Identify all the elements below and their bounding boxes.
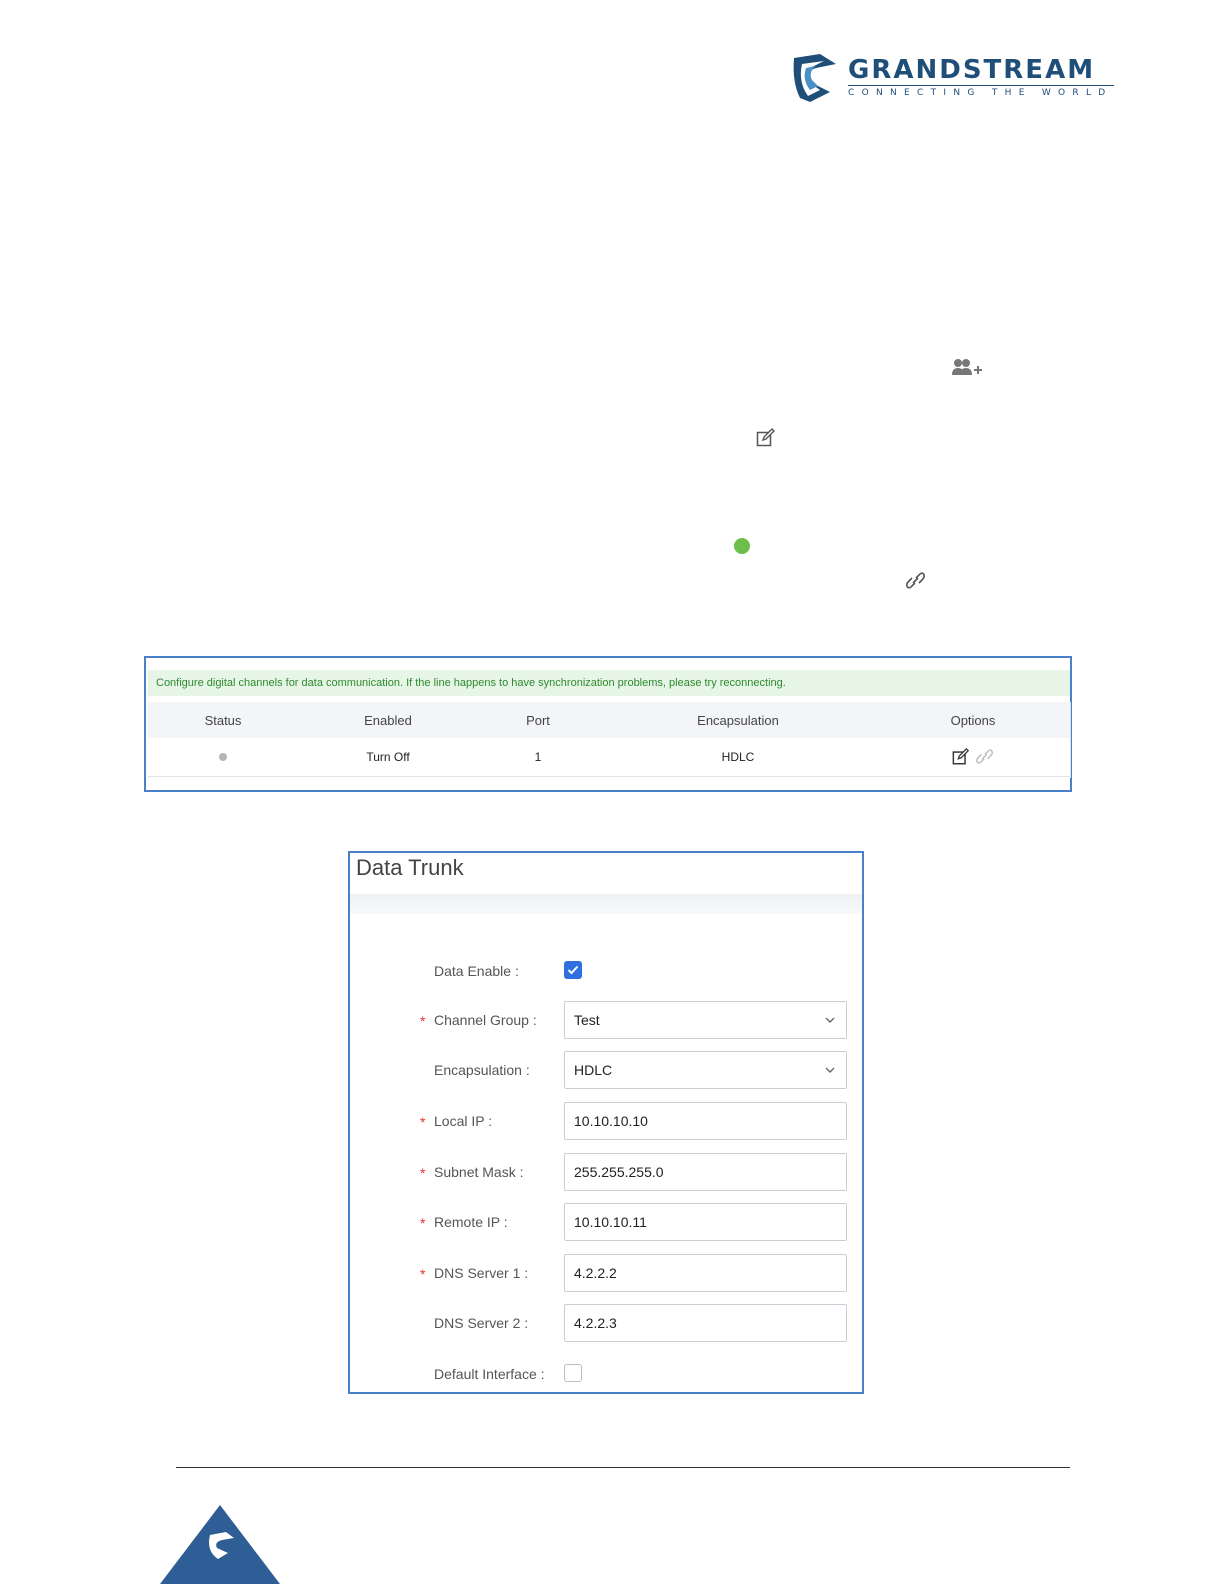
digital-channels-table-panel: Configure digital channels for data comm… <box>144 656 1072 792</box>
checkmark-icon <box>567 965 579 975</box>
dns-server-2-label: DNS Server 2 : <box>434 1315 529 1331</box>
local-ip-label: Local IP : <box>434 1113 493 1129</box>
table-border-right <box>1070 702 1071 778</box>
logo-rule <box>848 85 1114 86</box>
required-marker: * <box>420 1114 426 1130</box>
header-options: Options <box>950 712 996 728</box>
edit-icon <box>756 428 775 447</box>
footer-rule <box>176 1467 1070 1468</box>
remote-ip-label: Remote IP : <box>434 1214 508 1230</box>
subnet-mask-input[interactable]: 255.255.255.0 <box>564 1153 847 1191</box>
data-trunk-dialog: Data Trunk Data Enable : * Channel Group… <box>348 851 864 1394</box>
status-cell <box>148 738 298 776</box>
status-indicator-icon <box>219 753 227 761</box>
footer-logo-icon <box>160 1505 280 1584</box>
encapsulation-value: HDLC <box>574 1062 613 1078</box>
local-ip-row: * Local IP : 10.10.10.10 <box>350 1102 862 1140</box>
default-interface-label: Default Interface : <box>434 1366 545 1382</box>
dns-server-1-row: * DNS Server 1 : 4.2.2.2 <box>350 1254 862 1292</box>
brand-tagline: CONNECTING THE WORLD <box>848 88 1113 98</box>
dns-server-2-input[interactable]: 4.2.2.3 <box>564 1304 847 1342</box>
default-interface-row: Default Interface : <box>350 1355 862 1393</box>
chevron-down-icon <box>825 1017 835 1023</box>
local-ip-input[interactable]: 10.10.10.10 <box>564 1102 847 1140</box>
subnet-mask-row: * Subnet Mask : 255.255.255.0 <box>350 1153 862 1191</box>
chevron-down-icon <box>825 1067 835 1073</box>
edit-icon[interactable] <box>952 748 970 766</box>
data-enable-row: Data Enable : <box>350 952 862 990</box>
grandstream-emblem-icon <box>793 54 836 102</box>
dialog-title: Data Trunk <box>356 855 464 880</box>
required-marker: * <box>420 1165 426 1181</box>
remote-ip-input[interactable]: 10.10.10.11 <box>564 1203 847 1241</box>
enabled-cell: Turn Off <box>366 750 410 764</box>
required-marker: * <box>420 1266 426 1282</box>
port-cell: 1 <box>534 750 542 764</box>
grandstream-logo: GRANDSTREAM CONNECTING THE WORLD <box>790 52 1120 108</box>
options-cell <box>908 738 1038 776</box>
channel-group-row: * Channel Group : Test <box>350 1001 862 1039</box>
channel-group-label: Channel Group : <box>434 1012 537 1028</box>
table-header: Status Enabled Port Encapsulation Option… <box>148 702 1070 738</box>
dialog-divider <box>350 894 862 914</box>
encapsulation-cell: HDLC <box>721 750 755 764</box>
encapsulation-row: Encapsulation : HDLC <box>350 1051 862 1089</box>
required-marker: * <box>420 1215 426 1231</box>
header-port: Port <box>526 712 550 728</box>
add-users-icon <box>952 359 982 375</box>
header-status: Status <box>204 712 242 728</box>
dns-server-1-label: DNS Server 1 : <box>434 1265 529 1281</box>
data-enable-label: Data Enable : <box>434 963 519 979</box>
link-icon <box>906 572 926 589</box>
status-dot-icon <box>734 538 750 554</box>
dns-server-2-row: DNS Server 2 : 4.2.2.3 <box>350 1304 862 1342</box>
channel-group-select[interactable]: Test <box>564 1001 847 1039</box>
default-interface-checkbox[interactable] <box>564 1364 582 1382</box>
remote-ip-row: * Remote IP : 10.10.10.11 <box>350 1203 862 1241</box>
encapsulation-label: Encapsulation : <box>434 1062 530 1078</box>
channel-group-value: Test <box>574 1012 600 1028</box>
header-encapsulation: Encapsulation <box>697 712 779 728</box>
dns-server-1-input[interactable]: 4.2.2.2 <box>564 1254 847 1292</box>
info-notice: Configure digital channels for data comm… <box>148 670 1070 696</box>
brand-name: GRANDSTREAM <box>848 55 1096 85</box>
subnet-mask-label: Subnet Mask : <box>434 1164 524 1180</box>
table-row: Turn Off 1 HDLC <box>148 738 1070 777</box>
link-icon[interactable] <box>976 749 994 765</box>
data-enable-checkbox[interactable] <box>564 961 582 979</box>
required-marker: * <box>420 1013 426 1029</box>
encapsulation-select[interactable]: HDLC <box>564 1051 847 1089</box>
header-enabled: Enabled <box>364 712 412 728</box>
